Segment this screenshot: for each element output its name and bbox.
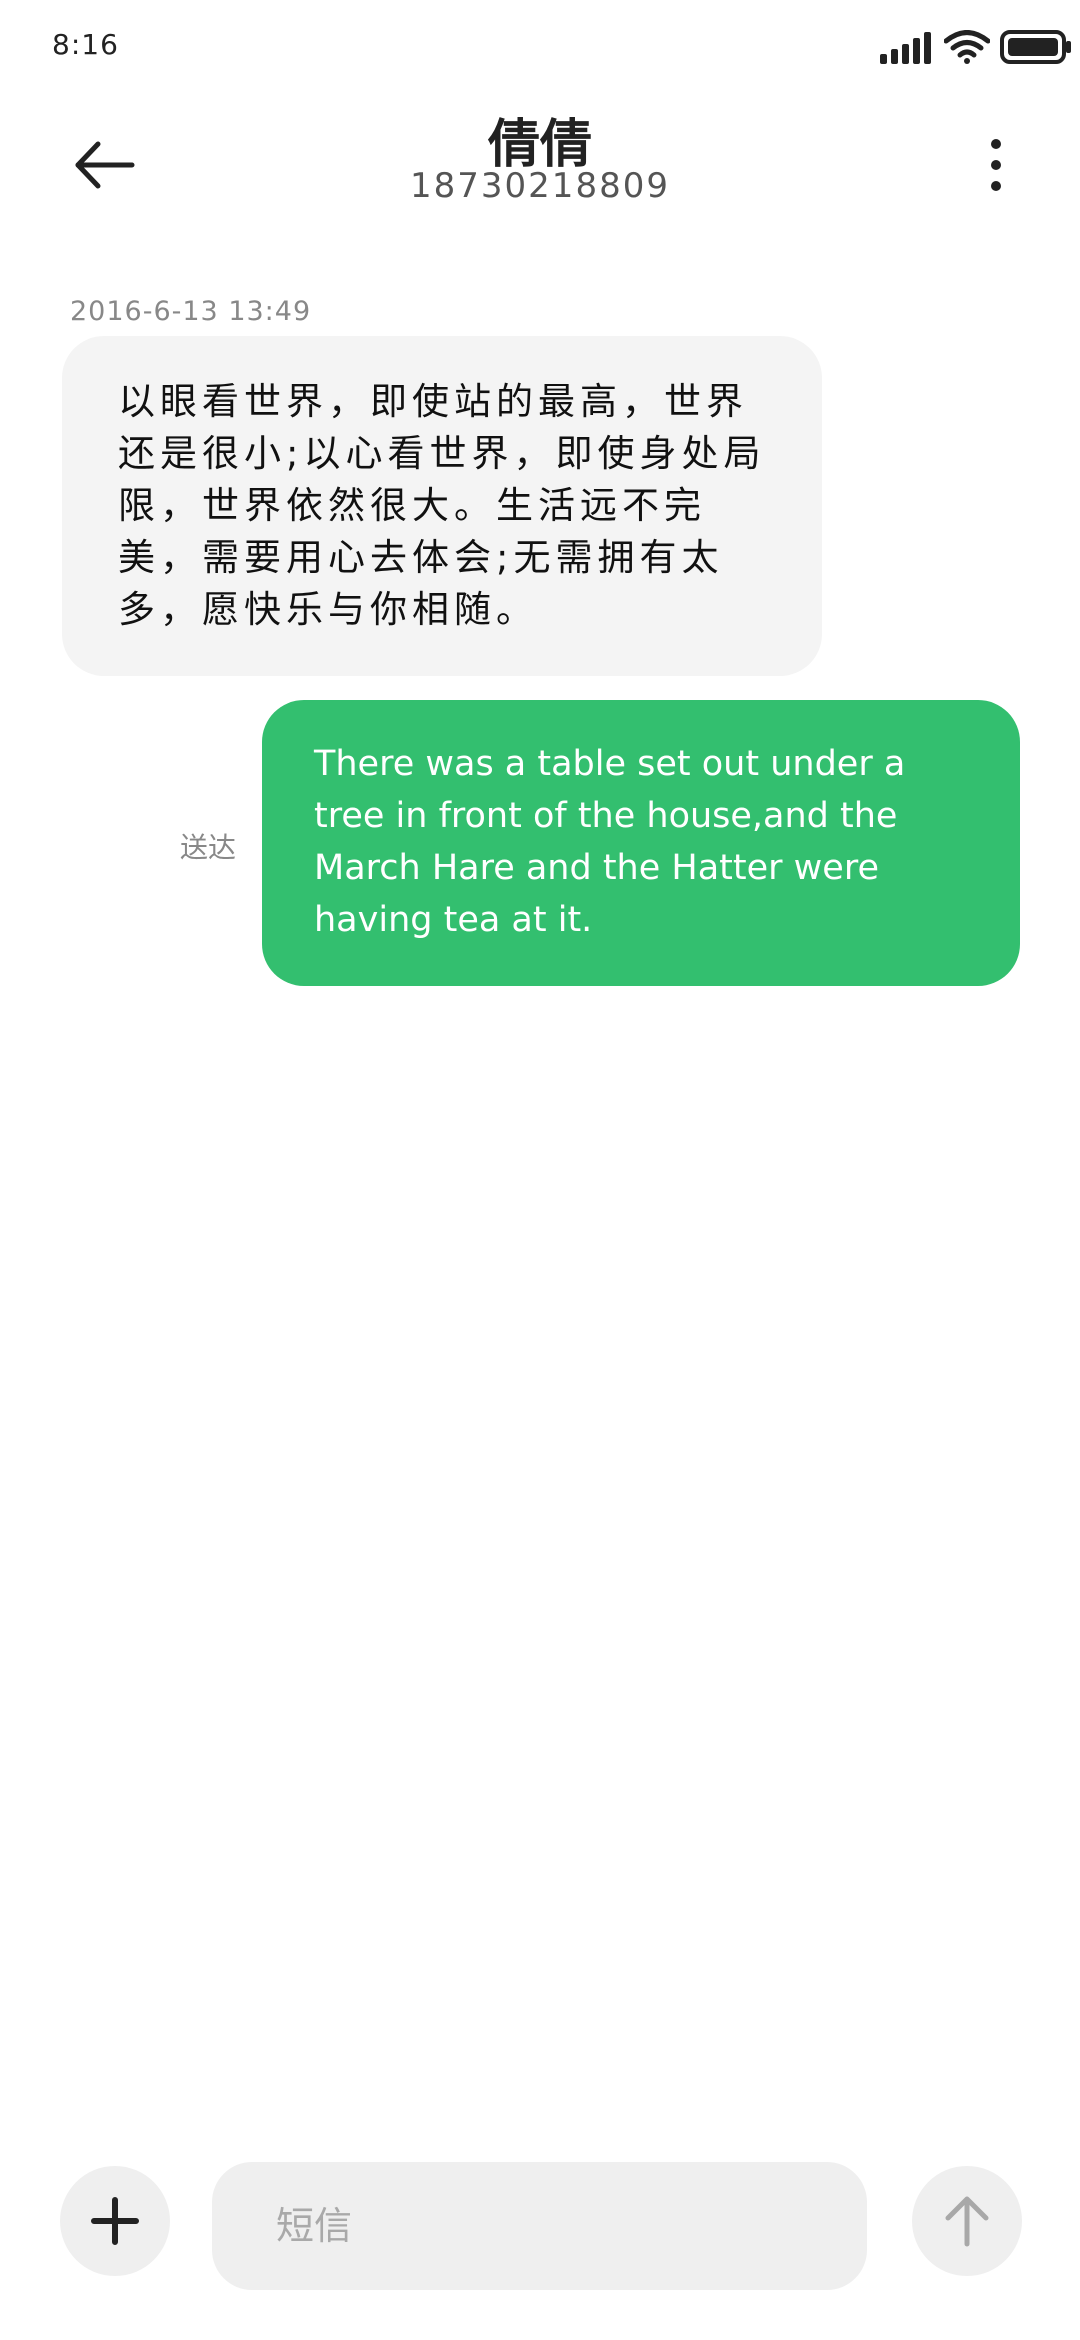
conversation-header: 倩倩 18730218809	[0, 96, 1080, 226]
plus-icon	[91, 2197, 139, 2245]
outgoing-message-text: There was a table set out under a tree i…	[314, 744, 906, 940]
status-bar: 8:16	[0, 0, 1080, 96]
send-button[interactable]	[912, 2166, 1022, 2276]
status-time: 8:16	[52, 28, 119, 61]
more-vertical-icon	[991, 139, 1001, 191]
more-options-button[interactable]	[966, 130, 1026, 200]
incoming-message-text: 以眼看世界，即使站的最高，世界还是很小;以心看世界，即使身处局限，世界依然很大。…	[118, 380, 766, 631]
wifi-icon	[944, 30, 990, 64]
message-input[interactable]	[212, 2162, 867, 2290]
incoming-message-bubble[interactable]: 以眼看世界，即使站的最高，世界还是很小;以心看世界，即使身处局限，世界依然很大。…	[62, 336, 822, 676]
send-arrow-icon	[945, 2196, 989, 2247]
attach-button[interactable]	[60, 2166, 170, 2276]
status-icons	[840, 28, 1071, 68]
outgoing-message-bubble[interactable]: There was a table set out under a tree i…	[262, 700, 1020, 986]
battery-icon	[1000, 30, 1071, 64]
compose-bar	[0, 2150, 1080, 2290]
signal-icon	[880, 32, 931, 64]
delivery-status: 送达	[180, 831, 237, 864]
message-input-container	[212, 2162, 867, 2290]
message-timestamp: 2016-6-13 13:49	[70, 296, 312, 327]
contact-number: 18730218809	[410, 166, 670, 206]
